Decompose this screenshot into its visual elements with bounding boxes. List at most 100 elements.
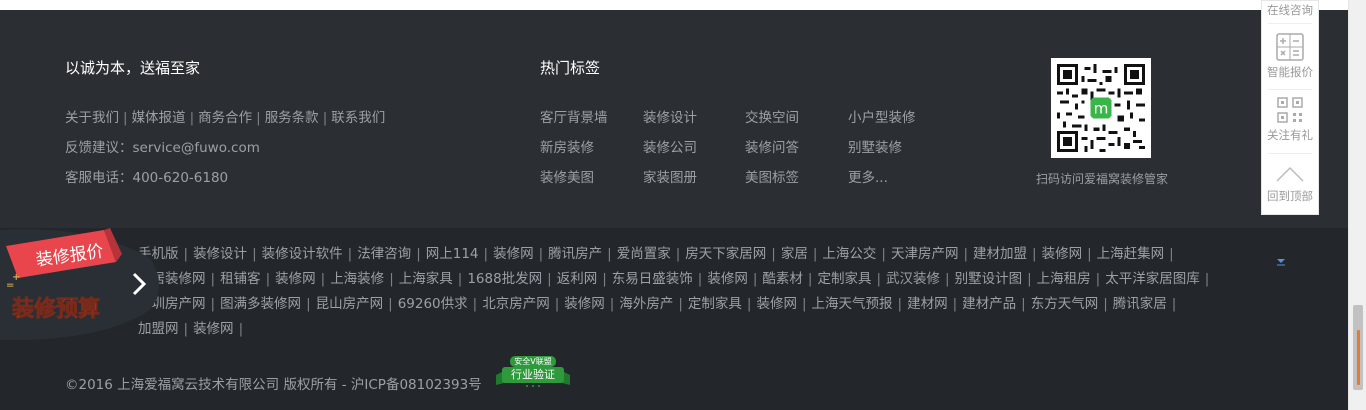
link-separator: | [807, 271, 813, 287]
friend-link[interactable]: 房天下家居网 [685, 246, 766, 262]
hot-tag[interactable]: 别墅装修 [848, 136, 902, 156]
friend-link[interactable]: 昆山房产网 [316, 296, 384, 312]
about-link-business[interactable]: 商务合作 [198, 110, 252, 126]
link-separator: | [1087, 246, 1092, 262]
about-link-us[interactable]: 关于我们 [65, 110, 119, 126]
friend-link[interactable]: 东方天气网 [1031, 296, 1099, 312]
hot-tag[interactable]: 装修公司 [643, 136, 697, 156]
friend-link[interactable]: 别墅设计图 [955, 271, 1023, 287]
divider [1268, 153, 1312, 154]
hot-tag[interactable]: 新房装修 [540, 136, 594, 156]
about-link-media[interactable]: 媒体报道 [132, 110, 186, 126]
friend-link[interactable]: 上海家具 [399, 271, 453, 287]
friend-link[interactable]: 1688批发网 [467, 271, 542, 287]
friend-link[interactable]: 武汉装修 [886, 271, 940, 287]
hot-tag[interactable]: 装修问答 [745, 136, 799, 156]
smart-quote-button[interactable]: 智能报价 [1262, 33, 1318, 80]
friend-link[interactable]: 酷素材 [762, 271, 803, 287]
friend-link[interactable]: 腾讯家居 [1113, 296, 1167, 312]
link-separator: | [252, 246, 257, 262]
friend-link[interactable]: 定制家具 [688, 296, 742, 312]
about-link-contact[interactable]: 联系我们 [331, 110, 385, 126]
friend-link[interactable]: 上海装修 [330, 271, 384, 287]
link-separator: | [389, 271, 394, 287]
friend-link[interactable]: 建材网 [907, 296, 948, 312]
hot-tag[interactable]: 装修设计 [643, 106, 697, 126]
friend-link[interactable]: 上海租房 [1037, 271, 1091, 287]
friend-link[interactable]: 北京房产网 [482, 296, 550, 312]
service-phone: 客服电话：400-620-6180 [65, 170, 229, 186]
back-to-top-button[interactable]: 回到顶部 [1262, 163, 1318, 204]
link-separator: | [306, 296, 311, 312]
more-tags-link[interactable]: 更多... [848, 166, 888, 186]
friend-link[interactable]: 海外房产 [619, 296, 673, 312]
friend-link[interactable]: 装修网 [193, 321, 234, 337]
friend-link[interactable]: 装修网 [564, 296, 605, 312]
friend-links-row: 家居装修网 | 租铺客 | 装修网 | 上海装修 | 上海家具 | 1688批发网 | 返利网 | 东易日盛… [138, 267, 1268, 292]
friend-link[interactable]: 东易日盛装饰 [612, 271, 693, 287]
link-separator: | [607, 246, 612, 262]
divider [1268, 23, 1312, 24]
link-separator: | [945, 271, 950, 287]
friend-link[interactable]: 建材产品 [962, 296, 1016, 312]
expand-links-icon[interactable] [1276, 256, 1286, 266]
friend-link[interactable]: 网上114 [426, 246, 479, 262]
hot-tag[interactable]: 装修美图 [540, 166, 594, 186]
hot-tag[interactable]: 交换空间 [745, 106, 799, 126]
friend-link[interactable]: 建材加盟 [973, 246, 1027, 262]
friend-link[interactable]: 装修设计 [193, 246, 247, 262]
hot-tag[interactable]: 家装图册 [643, 166, 697, 186]
link-separator: | [457, 271, 463, 287]
link-separator: | [609, 296, 615, 312]
link-separator: | [265, 271, 271, 287]
svg-text:=: = [6, 280, 14, 291]
link-separator: | [1027, 271, 1032, 287]
link-separator: | [675, 246, 681, 262]
friend-link[interactable]: 69260供求 [398, 296, 468, 312]
hot-tag[interactable]: 客厅背景墙 [540, 106, 608, 126]
hot-tag[interactable]: 小户型装修 [848, 106, 916, 126]
friend-link[interactable]: 装修设计软件 [262, 246, 343, 262]
page-scrollbar[interactable] [1348, 0, 1366, 410]
link-separator: | [183, 246, 189, 262]
link-separator: | [320, 271, 326, 287]
scroll-indicator [1357, 330, 1360, 385]
friend-link[interactable]: 爱尚置家 [617, 246, 671, 262]
friend-link[interactable]: 返利网 [557, 271, 598, 287]
friend-link[interactable]: 上海公交 [822, 246, 876, 262]
hot-tag[interactable]: 美图标签 [745, 166, 799, 186]
friend-link[interactable]: 装修网 [707, 271, 748, 287]
hot-tags-title: 热门标签 [540, 59, 601, 77]
about-link-terms[interactable]: 服务条款 [265, 110, 319, 126]
friend-link[interactable]: 上海赶集网 [1097, 246, 1165, 262]
friend-link[interactable]: 装修网 [493, 246, 534, 262]
friend-link[interactable]: 腾讯房产 [548, 246, 602, 262]
friend-link[interactable]: 天津房产网 [891, 246, 959, 262]
friend-link[interactable]: 装修网 [1042, 246, 1083, 262]
industry-verify-badge[interactable]: 安全V联盟 行业验证 [494, 355, 572, 389]
follow-gift-button[interactable]: 关注有礼 [1262, 96, 1318, 143]
link-separator: | [897, 296, 903, 312]
qr-code-image: m [1051, 58, 1151, 158]
friend-link[interactable]: 太平洋家居图库 [1105, 271, 1200, 287]
friend-links-row: 手机版 | 装修设计 | 装修设计软件 | 法律咨询 | 网上114 | 装修网 | 腾讯房产 | 爱尚置家… [138, 242, 1268, 267]
friend-link[interactable]: 租铺客 [220, 271, 261, 287]
link-separator: | [752, 271, 758, 287]
link-separator: | [347, 246, 353, 262]
quote-promo-badge[interactable]: 装修预算 + = 装修报价 [0, 224, 160, 342]
friend-link[interactable]: 图满多装修网 [220, 296, 301, 312]
verify-badge-main-text: 行业验证 [511, 368, 555, 381]
friend-link[interactable]: 装修网 [756, 296, 797, 312]
link-separator: | [697, 271, 703, 287]
online-consult-button[interactable]: 在线咨询 [1262, 2, 1318, 18]
friend-link[interactable]: 定制家具 [817, 271, 871, 287]
link-separator: | [1103, 296, 1108, 312]
friend-link[interactable]: 上海天气预报 [812, 296, 893, 312]
friend-link[interactable]: 家居 [781, 246, 808, 262]
friend-link[interactable]: 装修网 [275, 271, 316, 287]
feedback-email[interactable]: 反馈建议：service@fuwo.com [65, 136, 260, 156]
link-separator: | [1021, 296, 1026, 312]
friend-link[interactable]: 法律咨询 [357, 246, 411, 262]
smart-quote-label: 智能报价 [1267, 65, 1313, 79]
link-separator: | [1169, 246, 1174, 262]
